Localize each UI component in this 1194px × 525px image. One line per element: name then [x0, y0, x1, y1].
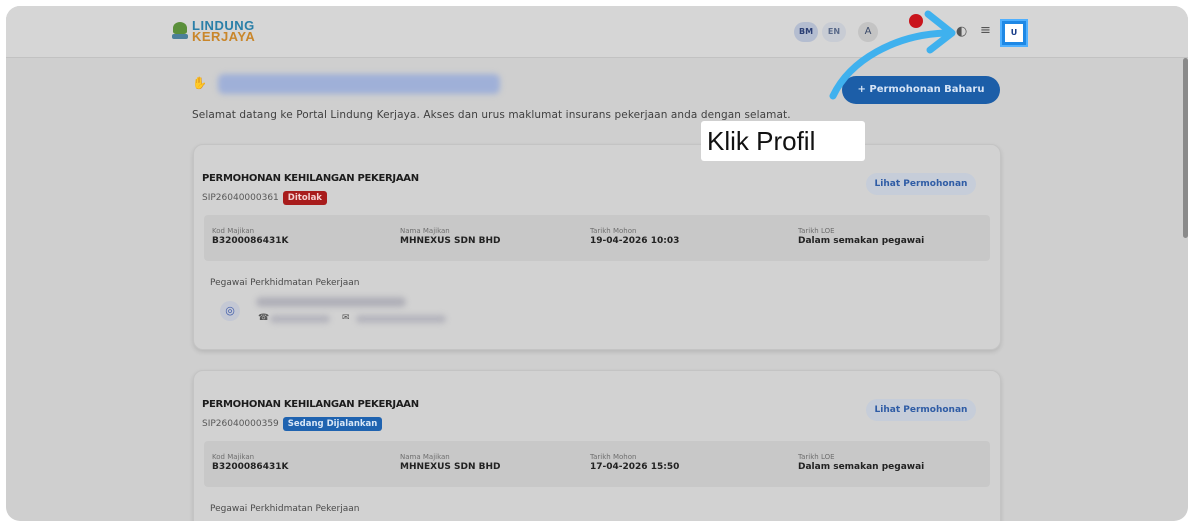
annotation-callout: Klik Profil [701, 121, 865, 161]
annotation-arrow-icon [829, 10, 956, 100]
